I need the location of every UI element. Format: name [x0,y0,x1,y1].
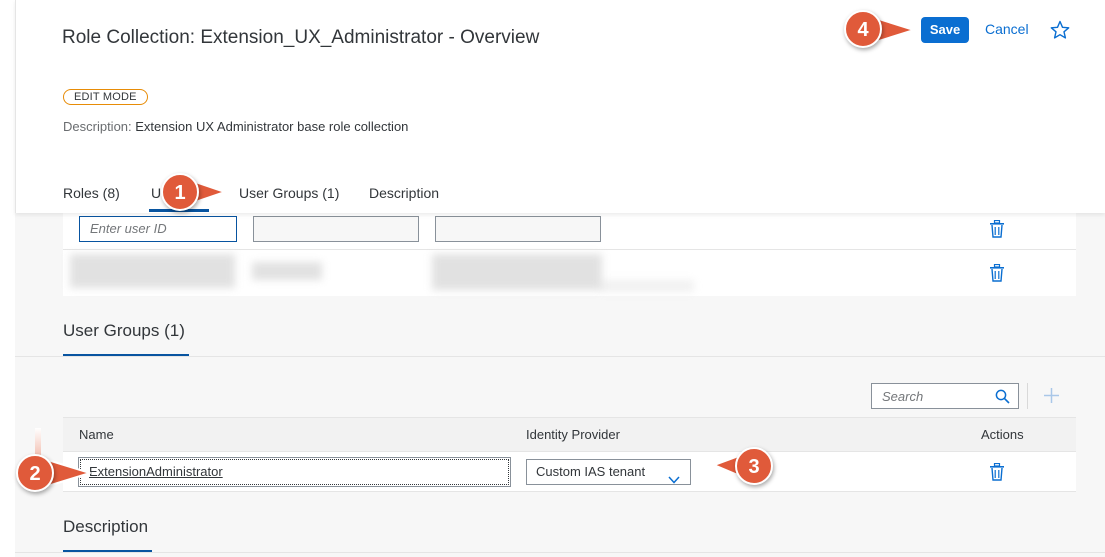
identity-provider-value: Custom IAS tenant [536,464,646,479]
callout-marker-4: 4 [844,10,882,48]
column-header-name[interactable]: Name [79,427,114,442]
header-description: Description: Extension UX Administrator … [63,119,408,134]
delete-icon[interactable] [989,462,1005,481]
users-row-separator [63,249,1076,250]
redacted-user-email [432,254,602,290]
delete-icon[interactable] [989,219,1005,238]
user-origin-input[interactable] [253,216,419,242]
user-group-name-input[interactable]: ExtensionAdministrator [78,457,511,487]
description-label: Description: [63,119,132,134]
tab-description[interactable]: Description [369,185,439,201]
edit-mode-badge: EDIT MODE [63,89,148,105]
chevron-down-icon [668,468,680,484]
user-email-input[interactable] [435,216,601,242]
section-separator [15,356,1105,357]
search-icon[interactable] [995,389,1010,404]
add-icon[interactable] [1043,387,1060,404]
callout-marker-1: 1 [161,173,199,211]
toolbar-separator [1027,383,1028,409]
tab-user-groups[interactable]: User Groups (1) [239,185,339,201]
search-input[interactable]: Search [882,389,923,404]
cancel-button[interactable]: Cancel [985,21,1029,37]
redacted-user-origin [252,262,322,280]
save-button[interactable]: Save [921,17,969,43]
tab-roles[interactable]: Roles (8) [63,185,120,201]
callout-marker-2: 2 [16,454,54,492]
description-section-title: Description [63,517,149,536]
column-header-identity-provider[interactable]: Identity Provider [526,427,620,442]
description-value: Extension UX Administrator base role col… [135,119,409,134]
delete-icon[interactable] [989,263,1005,282]
column-header-actions: Actions [981,427,1024,442]
section-separator [15,552,1105,553]
user-groups-search[interactable]: Search [871,383,1019,409]
redacted-smudge [600,280,694,292]
page-title: Role Collection: Extension_UX_Administra… [62,27,540,48]
user-groups-section-title: User Groups (1) [63,321,185,340]
identity-provider-select[interactable]: Custom IAS tenant [526,459,691,485]
star-icon[interactable] [1049,19,1071,41]
user-id-input[interactable]: Enter user ID [79,216,237,242]
redacted-user-id [70,254,235,288]
callout-marker-3: 3 [735,447,773,485]
